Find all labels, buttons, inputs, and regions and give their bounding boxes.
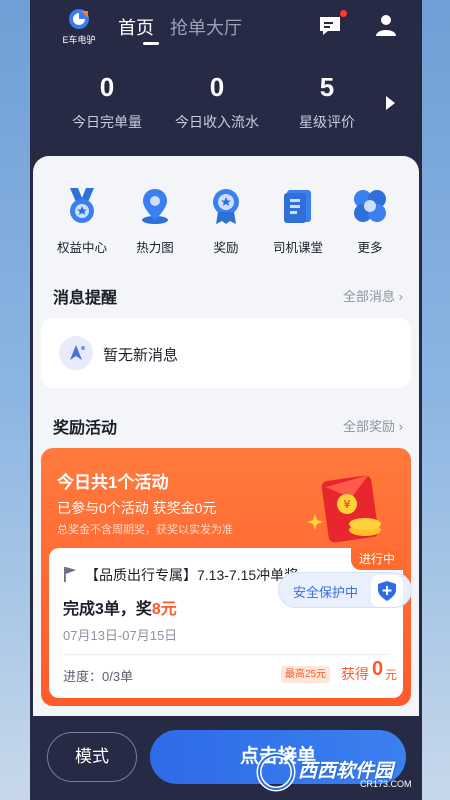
- stat-label: 今日收入流水: [175, 114, 259, 130]
- logo-icon: [69, 9, 89, 29]
- main-panel: 权益中心 热力图 奖励 司机课堂 更多 消息提醒 全部消息 › 暂无新消息 奖励…: [33, 156, 419, 756]
- mode-button[interactable]: 模式: [47, 732, 137, 782]
- grid-label: 权益中心: [56, 241, 107, 255]
- notice-icon: [59, 336, 93, 370]
- stat-income-today[interactable]: 0 今日收入流水: [162, 72, 272, 132]
- safety-protection-button[interactable]: 安全保护中: [278, 572, 412, 608]
- grid-item-awards[interactable]: 奖励: [191, 186, 261, 256]
- safety-label: 安全保护中: [293, 585, 359, 600]
- earn-label: 获得: [341, 666, 369, 682]
- stat-value: 0: [209, 72, 225, 102]
- shield-icon: [378, 581, 396, 601]
- red-envelope-icon: ¥: [307, 475, 381, 543]
- stat-orders-today[interactable]: 0 今日完单量: [52, 72, 162, 132]
- book-icon: [284, 190, 311, 223]
- active-tab-indicator: [143, 42, 159, 45]
- activity-item[interactable]: 进行中 【品质出行专属】7.13-7.15冲单奖 完成3单，奖8元 07月13日…: [49, 548, 403, 698]
- all-messages-label: 全部消息: [343, 289, 396, 304]
- safety-icon-wrap: [371, 575, 403, 607]
- watermark-subtext: CR173.COM: [360, 779, 412, 789]
- app-logo: E车电驴: [56, 8, 102, 46]
- user-icon[interactable]: [374, 13, 398, 37]
- grid-item-heatmap[interactable]: 热力图: [120, 186, 190, 256]
- earn-amount: 0: [372, 658, 384, 680]
- stat-value: 0: [99, 72, 115, 102]
- grid-label: 奖励: [213, 241, 239, 255]
- reward-card-note: 总奖金不含周期奖，获奖以实发为准: [57, 524, 233, 536]
- rewards-title: 奖励活动: [53, 420, 118, 437]
- earn-unit: 元: [385, 668, 398, 682]
- svg-text:¥: ¥: [344, 498, 351, 511]
- grid-label: 更多: [357, 241, 383, 255]
- watermark-logo-icon: [256, 752, 296, 792]
- stat-label: 今日完单量: [72, 114, 142, 130]
- empty-message-text: 暂无新消息: [103, 347, 179, 364]
- grid-item-more[interactable]: 更多: [335, 186, 405, 256]
- award-icon: [213, 189, 239, 224]
- top-nav: E车电驴 首页 抢单大厅: [30, 0, 422, 50]
- stat-label: 星级评价: [299, 114, 355, 130]
- stat-star-rating[interactable]: 5 星级评价: [272, 72, 382, 132]
- reward-card-title: 今日共1个活动: [57, 473, 169, 492]
- all-rewards-label: 全部奖励: [343, 419, 396, 434]
- messages-card[interactable]: 暂无新消息: [41, 318, 411, 388]
- location-pin-icon: [142, 189, 168, 224]
- unread-dot: [340, 10, 347, 17]
- tab-order-hall[interactable]: 抢单大厅: [170, 14, 242, 40]
- max-reward-badge: 最高25元: [281, 666, 331, 683]
- reward-card-subtitle: 已参与0个活动 获奖金0元: [57, 500, 217, 516]
- messages-title: 消息提醒: [53, 290, 118, 307]
- message-icon[interactable]: [318, 15, 342, 37]
- all-messages-link[interactable]: 全部消息 ›: [343, 286, 403, 305]
- grid-label: 司机课堂: [272, 241, 323, 255]
- grid-label: 热力图: [136, 241, 174, 255]
- grid-item-benefits[interactable]: 权益中心: [47, 186, 117, 256]
- all-rewards-link[interactable]: 全部奖励 ›: [343, 416, 403, 435]
- app-screen: E车电驴 首页 抢单大厅 0 今日完单量 0 今日收入流水 5 星级评价 权益中…: [30, 0, 422, 800]
- task-prefix: 完成3单，奖: [63, 601, 152, 618]
- stat-value: 5: [319, 72, 335, 102]
- task-description: 完成3单，奖8元: [63, 595, 177, 619]
- chevron-right-icon: ›: [398, 419, 403, 434]
- date-range: 07月13日-07月15日: [63, 628, 178, 643]
- stats-arrow-icon[interactable]: [386, 96, 395, 110]
- more-icon: [354, 190, 386, 222]
- logo-text: E车电驴: [62, 35, 96, 45]
- status-badge: 进行中: [350, 548, 403, 570]
- grid-item-driver-class[interactable]: 司机课堂: [263, 186, 333, 256]
- flag-icon: [64, 567, 76, 582]
- watermark: 西西软件园 CR173.COM: [252, 750, 432, 796]
- tab-home[interactable]: 首页: [118, 14, 154, 40]
- chevron-right-icon: ›: [398, 289, 403, 304]
- activity-title: 【品质出行专属】7.13-7.15冲单奖: [85, 567, 299, 583]
- progress-text: 进度：0/3单: [63, 669, 134, 684]
- divider: [63, 654, 389, 655]
- task-reward: 8元: [151, 601, 177, 618]
- medal-icon: [70, 188, 94, 223]
